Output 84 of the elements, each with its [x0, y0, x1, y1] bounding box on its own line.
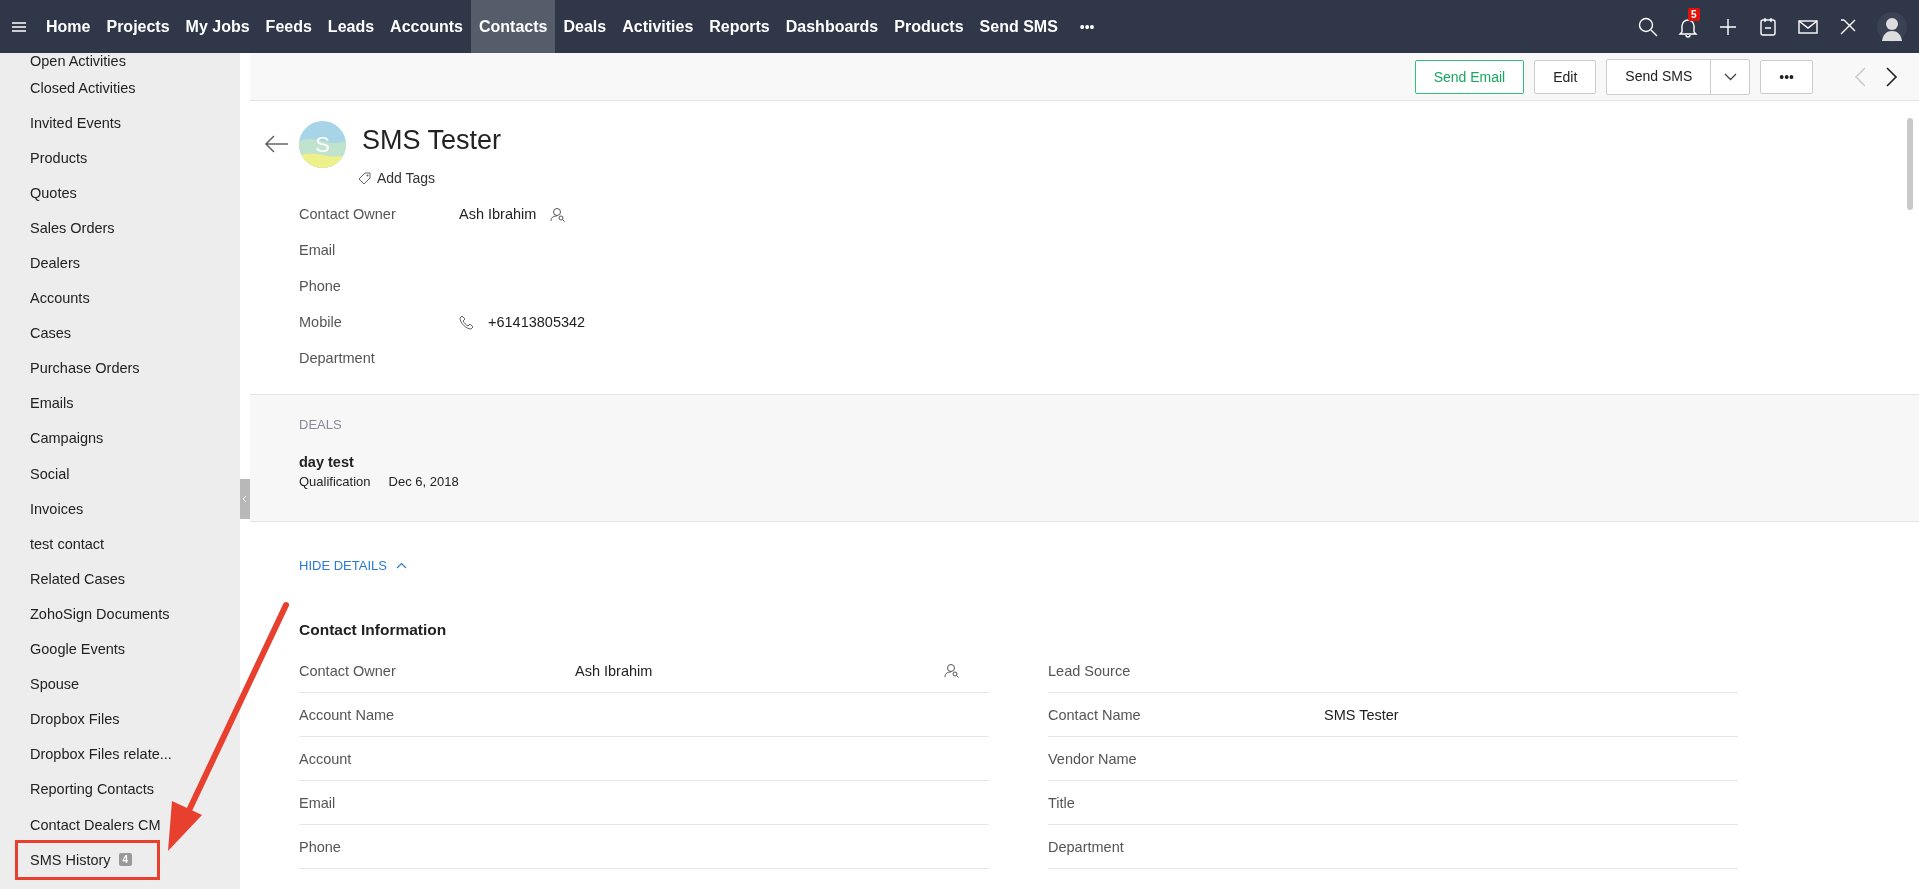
search-icon[interactable]: [1637, 15, 1659, 38]
hide-details-link[interactable]: HIDE DETAILS: [299, 558, 387, 573]
sidebar-item[interactable]: Campaigns: [0, 420, 240, 457]
sidebar-item[interactable]: test contact: [0, 526, 240, 562]
sidebar-item[interactable]: SMS History 4: [0, 842, 240, 878]
field-label: Mobile: [299, 314, 343, 330]
field-label: Contact Owner: [299, 206, 397, 222]
sidebar-item[interactable]: Google Events: [0, 631, 240, 667]
deal-name[interactable]: day test: [299, 454, 1919, 470]
nav-tab[interactable]: Reports: [701, 0, 778, 53]
send-sms-split-button[interactable]: Send SMS: [1606, 58, 1751, 95]
nav-tab[interactable]: Home: [38, 0, 99, 53]
field-label: Contact Name: [1048, 706, 1142, 723]
nav-tab[interactable]: Products: [886, 0, 972, 53]
user-search-icon[interactable]: [944, 663, 959, 678]
nav-tab[interactable]: Projects: [98, 0, 178, 53]
nav-tab[interactable]: Send SMS: [971, 0, 1066, 53]
field-label: Phone: [299, 278, 342, 294]
field-label: Title: [1048, 794, 1076, 811]
phone-number[interactable]: +61413805342: [488, 314, 586, 330]
nav-tab[interactable]: Feeds: [257, 0, 320, 53]
sidebar-item[interactable]: Purchase Orders: [0, 350, 240, 386]
field-label: Contact Owner: [299, 662, 397, 679]
sidebar-item[interactable]: Invited Events: [0, 105, 240, 141]
edit-button[interactable]: Edit: [1534, 59, 1597, 94]
sidebar-item[interactable]: Reporting Contacts: [0, 771, 240, 807]
sidebar-item[interactable]: Open Activities: [0, 53, 240, 70]
back-arrow-icon[interactable]: [263, 134, 289, 154]
field-label: Email: [299, 794, 337, 811]
field-label: Department: [299, 350, 376, 366]
sidebar-item[interactable]: Quotes: [0, 175, 240, 211]
count-badge: 4: [118, 853, 133, 867]
sidebar-item[interactable]: Dropbox Files relate...: [0, 736, 240, 772]
section-heading: DEALS: [299, 417, 343, 432]
field-value: Ash Ibrahim: [459, 206, 537, 222]
phone-icon[interactable]: [459, 314, 474, 330]
next-icon[interactable]: [1885, 65, 1899, 88]
field-label: Phone: [299, 838, 342, 855]
deal-date: Dec 6, 2018: [388, 474, 459, 489]
calendar-icon[interactable]: [1757, 15, 1779, 38]
avatar-letter: S: [315, 131, 330, 158]
scrollbar-thumb[interactable]: [1907, 118, 1913, 210]
more-tabs-button[interactable]: •••: [1065, 0, 1109, 53]
avatar-background: [299, 121, 346, 168]
field-label: Account: [299, 750, 353, 767]
field-label: Account Name: [299, 706, 396, 723]
sidebar-item[interactable]: Social: [0, 456, 240, 492]
notification-badge: 5: [1688, 7, 1700, 21]
collapse-handle[interactable]: [240, 479, 250, 519]
sidebar-item[interactable]: Invoices: [0, 491, 240, 527]
field-label: Lead Source: [1048, 662, 1132, 679]
nav-tab[interactable]: Deals: [555, 0, 615, 53]
nav-tab[interactable]: My Jobs: [177, 0, 258, 53]
nav-tab[interactable]: Dashboards: [777, 0, 887, 53]
nav-tab[interactable]: Accounts: [382, 0, 471, 53]
nav-tab[interactable]: Activities: [614, 0, 702, 53]
sidebar-item[interactable]: Dealers: [0, 245, 240, 281]
field-label: Vendor Name: [1048, 750, 1138, 767]
sidebar-item[interactable]: ZohoSign Documents: [0, 596, 240, 632]
contact-name: SMS Tester: [362, 125, 502, 157]
deal-stage: Qualification: [299, 474, 371, 489]
more-button[interactable]: •••: [1760, 59, 1813, 94]
tag-icon[interactable]: [358, 171, 371, 185]
field-label: Email: [299, 242, 337, 258]
user-avatar[interactable]: [1877, 11, 1907, 42]
sidebar-item[interactable]: Accounts: [0, 280, 240, 316]
sidebar-item[interactable]: Related Cases: [0, 561, 240, 597]
nav-tab[interactable]: Leads: [319, 0, 383, 53]
sidebar-item[interactable]: Dropbox Files: [0, 701, 240, 737]
nav-tab[interactable]: Contacts: [471, 0, 556, 53]
field-label: Department: [1048, 838, 1125, 855]
menu-icon[interactable]: [10, 20, 28, 34]
user-search-icon[interactable]: [550, 206, 566, 222]
sidebar-item[interactable]: Contact Dealers CM: [0, 806, 240, 843]
field-value: SMS Tester: [1324, 706, 1399, 723]
sidebar-item[interactable]: Spouse: [0, 666, 240, 702]
add-tags-link[interactable]: Add Tags: [377, 170, 436, 186]
sidebar-item[interactable]: Cases: [0, 315, 240, 351]
field-value: Ash Ibrahim: [575, 662, 653, 679]
sidebar-item[interactable]: Sales Orders: [0, 210, 240, 246]
sidebar-item[interactable]: Products: [0, 140, 240, 176]
sidebar-item[interactable]: Closed Activities: [0, 70, 240, 106]
section-heading: Contact Information: [299, 621, 448, 639]
sidebar-item[interactable]: Emails: [0, 385, 240, 421]
